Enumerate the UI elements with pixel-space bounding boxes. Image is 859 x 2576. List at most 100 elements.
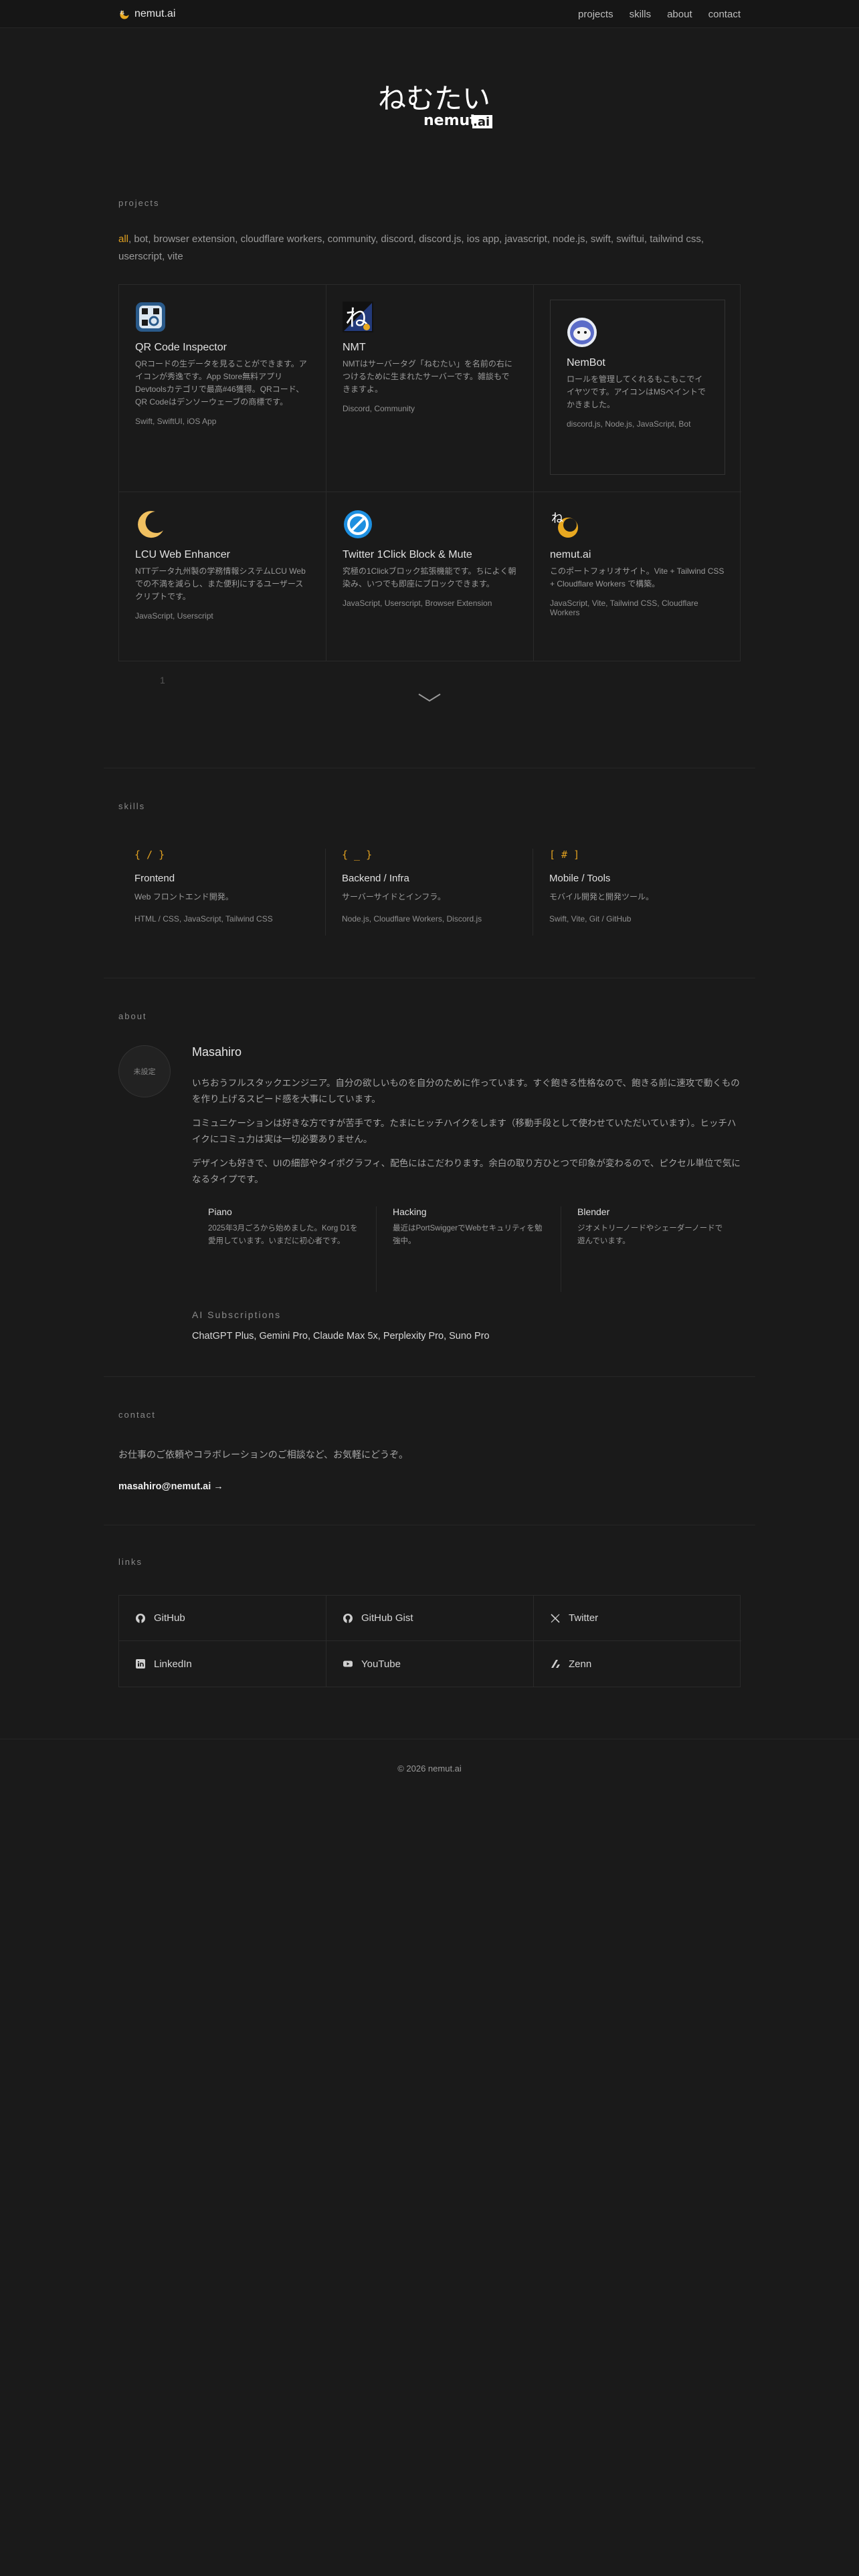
bio: Masahiro いちおうフルスタックエンジニア。自分の欲しいものを自分のために… bbox=[192, 1045, 741, 1341]
frontend-symbol-icon: { / } bbox=[134, 849, 165, 861]
hero-logo-en-a: nemut bbox=[423, 112, 477, 129]
project-card-nembot[interactable]: NemBot ロールを管理してくれるもこもこでイイヤツです。アイコンはMSペイン… bbox=[550, 300, 725, 475]
skill-desc: モバイル開発と開発ツール。 bbox=[549, 892, 654, 901]
about-label: about bbox=[118, 1011, 147, 1021]
project-desc: このポートフォリオサイト。Vite + Tailwind CSS + Cloud… bbox=[550, 566, 725, 588]
skill-title: Frontend bbox=[134, 873, 175, 884]
contact-label: contact bbox=[118, 1410, 156, 1420]
skill-tech: Swift, Vite, Git / GitHub bbox=[549, 914, 632, 924]
link-zenn[interactable]: Zenn bbox=[534, 1641, 741, 1687]
pagination-indicator: 1 bbox=[160, 675, 165, 685]
projects-section: projects all, bot, browser extension, cl… bbox=[118, 198, 741, 703]
skill-tech: Node.js, Cloudflare Workers, Discord.js bbox=[342, 914, 482, 924]
project-title: NMT bbox=[343, 342, 366, 353]
mobile-symbol-icon: [ # ] bbox=[549, 849, 580, 861]
projects-label: projects bbox=[118, 198, 160, 208]
skill-title: Backend / Infra bbox=[342, 873, 409, 884]
svg-text:ね: ね bbox=[551, 512, 563, 526]
youtube-icon bbox=[343, 1660, 353, 1667]
brand-logo-icon: ね bbox=[118, 9, 130, 19]
link-github-gist[interactable]: GitHub Gist bbox=[326, 1596, 534, 1641]
hero-logo: ねむたい nemut .ai bbox=[376, 80, 492, 150]
project-stack: JavaScript, Userscript, Browser Extensio… bbox=[343, 599, 492, 608]
link-github[interactable]: GitHub bbox=[119, 1596, 326, 1641]
project-stack: Swift, SwiftUI, iOS App bbox=[135, 417, 217, 426]
project-grid: QR Code Inspector QRコードの生データを見ることができます。ア… bbox=[118, 284, 741, 661]
bio-paragraph: デザインも好きで、UIの細部やタイポグラフィ、配色にはこだわります。余白の取り方… bbox=[192, 1158, 741, 1184]
linkedin-icon bbox=[136, 1659, 145, 1669]
hobby-title: Blender bbox=[577, 1206, 610, 1217]
link-label: GitHub Gist bbox=[361, 1612, 413, 1624]
tag-list[interactable]: , bot, browser extension, cloudflare wor… bbox=[118, 233, 704, 262]
bio-paragraph: コミュニケーションは好きな方ですが苦手です。たまにヒッチハイクをします（移動手段… bbox=[192, 1118, 737, 1144]
skill-tech: HTML / CSS, JavaScript, Tailwind CSS bbox=[134, 914, 273, 924]
link-linkedin[interactable]: LinkedIn bbox=[119, 1641, 326, 1687]
link-label: YouTube bbox=[361, 1658, 401, 1670]
bio-paragraph: いちおうフルスタックエンジニア。自分の欲しいものを自分のために作っています。すぐ… bbox=[192, 1078, 740, 1104]
project-card-nemutai[interactable]: ね nemut.ai このポートフォリオサイト。Vite + Tailwind … bbox=[534, 492, 741, 661]
project-title: LCU Web Enhancer bbox=[135, 549, 230, 560]
copyright: © 2026 nemut.ai bbox=[397, 1763, 462, 1774]
github-gist-icon bbox=[343, 1613, 353, 1623]
project-stack: discord.js, Node.js, JavaScript, Bot bbox=[567, 419, 691, 429]
tag-all[interactable]: all bbox=[118, 233, 128, 245]
link-grid: GitHub GitHub Gist Twitter LinkedIn YouT… bbox=[118, 1595, 741, 1687]
ai-subscriptions-title: AI Subscriptions bbox=[192, 1309, 282, 1320]
brand-link[interactable]: ね nemut.ai bbox=[118, 8, 175, 20]
profile: 未設定 Masahiro いちおうフルスタックエンジニア。自分の欲しいものを自分… bbox=[118, 1045, 741, 1341]
project-card-qr[interactable]: QR Code Inspector QRコードの生データを見ることができます。ア… bbox=[119, 285, 326, 492]
link-label: Twitter bbox=[569, 1612, 599, 1624]
skills-label: skills bbox=[118, 801, 146, 811]
hobby-blender: Blender ジオメトリーノードやシェーダーノードで遊んでいます。 bbox=[561, 1206, 746, 1292]
hobby-title: Hacking bbox=[393, 1206, 427, 1217]
section-divider bbox=[104, 1376, 755, 1377]
project-card-nembot-wrap: NemBot ロールを管理してくれるもこもこでイイヤツです。アイコンはMSペイン… bbox=[534, 285, 741, 492]
backend-symbol-icon: { _ } bbox=[342, 849, 373, 861]
skill-mobile: [ # ] Mobile / Tools モバイル開発と開発ツール。 Swift… bbox=[533, 849, 741, 936]
project-title: QR Code Inspector bbox=[135, 342, 227, 353]
project-desc: NMTはサーバータグ「ねむたい」を名前の右につけるために生まれたサーバーです。雑… bbox=[343, 359, 512, 394]
avatar: 未設定 bbox=[118, 1045, 171, 1097]
project-card-lcu[interactable]: LCU Web Enhancer NTTデータ九州製の学務情報システムLCU W… bbox=[119, 492, 326, 661]
zenn-icon bbox=[551, 1660, 560, 1668]
project-card-nmt[interactable]: ね NMT NMTはサーバータグ「ねむたい」を名前の右につけるために生まれたサー… bbox=[326, 285, 534, 492]
hobby-desc: 2025年3月ごろから始めました。Korg D1を愛用しています。いまだに初心者… bbox=[208, 1224, 358, 1245]
project-title: Twitter 1Click Block & Mute bbox=[343, 549, 472, 560]
chevron-down-icon[interactable] bbox=[417, 692, 442, 703]
nav-about[interactable]: about bbox=[667, 9, 692, 20]
nemutai-icon: ね bbox=[550, 509, 581, 540]
project-desc: 究極の1Clickブロック拡張機能です。ちによく朝染み、いつでも即座にブロックで… bbox=[343, 566, 516, 588]
project-stack: JavaScript, Userscript bbox=[135, 611, 213, 621]
skill-backend: { _ } Backend / Infra サーバーサイドとインフラ。 Node… bbox=[326, 849, 533, 936]
qr-inspector-icon bbox=[135, 302, 166, 332]
x-twitter-icon bbox=[551, 1613, 560, 1623]
project-card-twitter-block[interactable]: Twitter 1Click Block & Mute 究極の1Clickブロッ… bbox=[326, 492, 534, 661]
link-label: GitHub bbox=[154, 1612, 185, 1624]
top-nav: ね nemut.ai projects skills about contact bbox=[0, 0, 859, 28]
brand-name: nemut.ai bbox=[134, 8, 176, 19]
hobby-title: Piano bbox=[208, 1206, 232, 1217]
project-stack: Discord, Community bbox=[343, 404, 415, 413]
email-link[interactable]: masahiro@nemut.ai → bbox=[118, 1481, 223, 1492]
project-title: NemBot bbox=[567, 357, 605, 368]
nav-skills[interactable]: skills bbox=[630, 9, 652, 20]
link-youtube[interactable]: YouTube bbox=[326, 1641, 534, 1687]
block-icon bbox=[343, 509, 373, 540]
skill-title: Mobile / Tools bbox=[549, 873, 611, 884]
contact-message: お仕事のご依頼やコラボレーションのご相談など、お気軽にどうぞ。 bbox=[118, 1449, 409, 1460]
hobby-desc: ジオメトリーノードやシェーダーノードで遊んでいます。 bbox=[577, 1224, 723, 1245]
nembot-icon bbox=[567, 317, 597, 348]
skill-frontend: { / } Frontend Web フロントエンド開発。 HTML / CSS… bbox=[118, 849, 326, 936]
skill-desc: サーバーサイドとインフラ。 bbox=[342, 892, 446, 901]
link-label: Zenn bbox=[569, 1658, 592, 1670]
hobby-piano: Piano 2025年3月ごろから始めました。Korg D1を愛用しています。い… bbox=[192, 1206, 377, 1292]
profile-name: Masahiro bbox=[192, 1045, 242, 1059]
hero: ねむたい nemut .ai bbox=[0, 67, 859, 154]
tag-filter: all, bot, browser extension, cloudflare … bbox=[118, 231, 721, 265]
moon-icon bbox=[135, 509, 166, 540]
link-twitter[interactable]: Twitter bbox=[534, 1596, 741, 1641]
nav-projects[interactable]: projects bbox=[578, 9, 613, 20]
skills-section: skills { / } Frontend Web フロントエンド開発。 HTM… bbox=[118, 801, 741, 936]
project-desc: QRコードの生データを見ることができます。アイコンが秀逸です。App Store… bbox=[135, 359, 307, 407]
nav-contact[interactable]: contact bbox=[708, 9, 741, 20]
